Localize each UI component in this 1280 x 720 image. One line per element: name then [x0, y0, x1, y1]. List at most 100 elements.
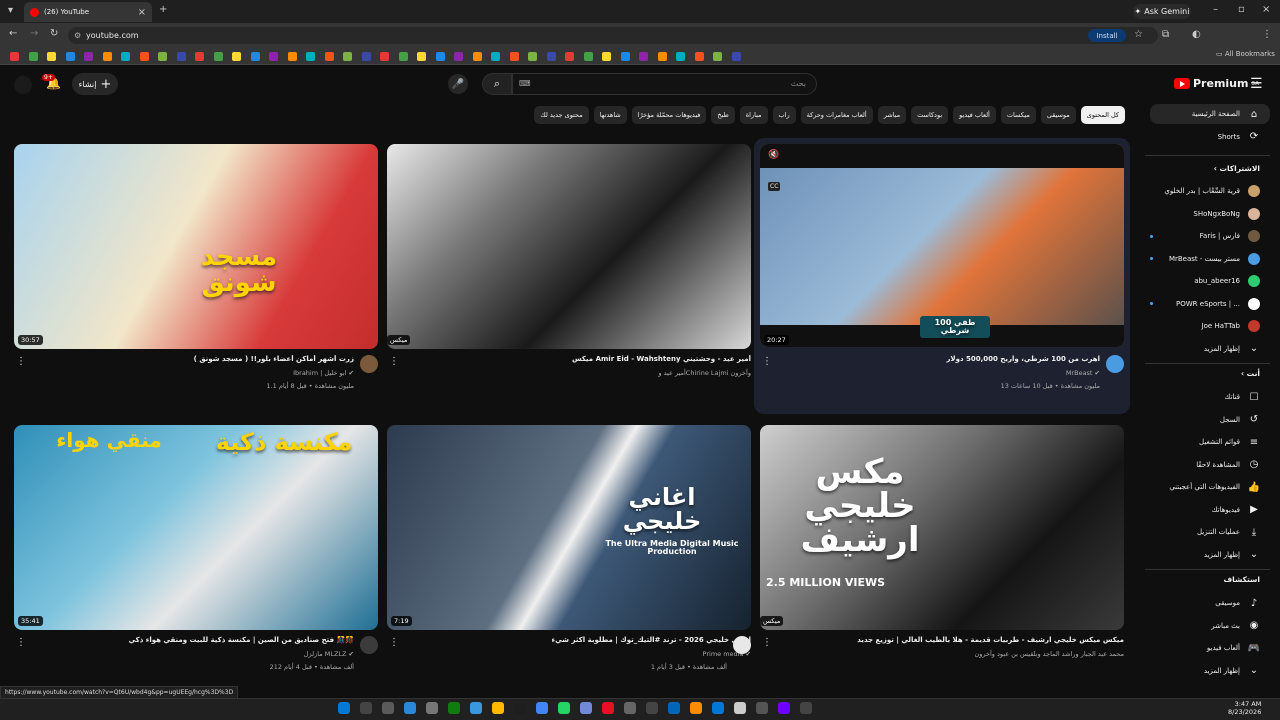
sidebar-item[interactable]: بث مباشر ◉	[1150, 616, 1270, 636]
taskbar-app-icon[interactable]	[448, 702, 460, 714]
bookmark-icon[interactable]	[65, 52, 75, 61]
bookmark-icon[interactable]	[417, 52, 426, 61]
bookmark-icon[interactable]	[620, 52, 630, 61]
maximize-icon[interactable]: ▫	[1238, 4, 1245, 15]
account-avatar[interactable]	[14, 76, 32, 94]
channel-name[interactable]: أمير عيد و‎Chirine Lajmi وآخرون	[658, 369, 751, 377]
keyboard-icon[interactable]: ⌨	[519, 74, 531, 94]
bookmark-icon[interactable]	[546, 52, 556, 61]
bookmark-icon[interactable]	[195, 52, 204, 61]
filter-chip[interactable]: موسيقى	[1040, 106, 1076, 124]
more-actions-icon[interactable]: ⋮	[762, 356, 772, 367]
filter-chip[interactable]: راب	[772, 106, 796, 124]
taskbar-app-icon[interactable]	[514, 702, 526, 714]
bookmark-icon[interactable]	[380, 52, 389, 61]
taskbar-app-icon[interactable]	[580, 702, 592, 714]
sidebar-item[interactable]: المشاهدة لاحقًا ◷	[1150, 455, 1270, 475]
taskbar-app-icon[interactable]	[734, 702, 746, 714]
video-card[interactable]: اغاني خليجي The Ultra Media Digital Music…	[387, 425, 751, 695]
taskbar-app-icon[interactable]	[602, 702, 614, 714]
video-card[interactable]: مسجد شونق 30:57 ( زرت أشهر أماكن أعضاء بلو…	[14, 144, 378, 414]
forward-icon[interactable]: →	[30, 28, 38, 39]
bookmark-icon[interactable]	[639, 52, 648, 61]
voice-search-icon[interactable]: 🎤	[448, 74, 468, 94]
sidebar-item[interactable]: Joe HaTTab	[1150, 316, 1270, 336]
taskbar-app-icon[interactable]	[426, 702, 438, 714]
minimize-icon[interactable]: –	[1213, 4, 1218, 15]
channel-avatar[interactable]	[733, 636, 751, 654]
sidebar-item[interactable]: SHoNgxBoNg	[1150, 204, 1270, 224]
taskbar-app-icon[interactable]	[690, 702, 702, 714]
sidebar-item[interactable]: ألعاب فيديو 🎮	[1150, 638, 1270, 658]
new-tab-button[interactable]: +	[159, 4, 167, 15]
video-title[interactable]: اهرب من 100 شرطي، واربح 500,000 دولار	[946, 355, 1100, 363]
video-thumbnail[interactable]: مكنسة ذكية منقي هواء 35:41	[14, 425, 378, 630]
more-actions-icon[interactable]: ⋮	[16, 356, 26, 367]
bookmark-icon[interactable]	[491, 52, 500, 61]
filter-chip[interactable]: بودكاست	[911, 106, 949, 124]
bookmark-icon[interactable]	[657, 52, 667, 61]
video-thumbnail[interactable]: اغاني خليجي The Ultra Media Digital Music…	[387, 425, 751, 630]
taskbar-app-icon[interactable]	[382, 702, 394, 714]
sidebar-item[interactable]: POWR eSports | ...	[1150, 294, 1270, 314]
tab-search-icon[interactable]: ▾	[8, 5, 13, 16]
taskbar-app-icon[interactable]	[646, 702, 658, 714]
search-button[interactable]: ⌕	[482, 73, 512, 95]
bookmark-icon[interactable]	[343, 52, 352, 61]
sidebar-item[interactable]: إظهار المزيد ⌄	[1150, 545, 1270, 565]
bookmark-icon[interactable]	[509, 52, 519, 61]
taskbar-app-icon[interactable]	[558, 702, 570, 714]
bookmark-icon[interactable]	[324, 52, 334, 61]
sidebar-item[interactable]: الصفحة الرئيسية ⌂	[1150, 104, 1270, 124]
video-title[interactable]: ( زرت أشهر أماكن أعضاء بلور!! ( مسجد شون…	[194, 355, 354, 363]
omnibox[interactable]: ⚙ youtube.com	[68, 27, 1158, 44]
video-title[interactable]: فتح صناديق من الصين | مكنسة ذكية للبيت و…	[129, 636, 354, 644]
bookmark-icon[interactable]	[287, 52, 297, 61]
bookmark-icon[interactable]	[583, 52, 593, 61]
site-info-icon[interactable]: ⚙	[74, 31, 81, 40]
bookmark-icon[interactable]	[472, 52, 482, 61]
filter-chip[interactable]: ألعاب مغامرات وحركة	[800, 106, 873, 124]
video-card[interactable]: 🔇 CC طفي 100 شرطي 20:27 اهرب من 100 شرطي، وا…	[754, 138, 1130, 414]
bookmark-icon[interactable]	[694, 52, 704, 61]
close-tab-icon[interactable]: ×	[138, 7, 146, 18]
hamburger-menu-icon[interactable]: ☰	[1250, 76, 1263, 92]
bookmark-icon[interactable]	[676, 52, 685, 61]
taskbar-app-icon[interactable]	[712, 702, 724, 714]
more-actions-icon[interactable]: ⋮	[16, 637, 26, 648]
search-input[interactable]: ⌨ بحث	[512, 73, 817, 95]
bookmark-icon[interactable]	[232, 52, 241, 61]
video-card[interactable]: ميكس ميكس Amir Eid - Wahshteny أمير عيد -…	[387, 144, 751, 414]
chrome-menu-icon[interactable]: ⋮	[1262, 29, 1272, 40]
reload-icon[interactable]: ↻	[50, 28, 58, 39]
video-thumbnail[interactable]: 🔇 CC طفي 100 شرطي 20:27	[760, 144, 1124, 347]
video-thumbnail[interactable]: مكس خليجي ارشيف 2.5 MILLION VIEWS ميكس	[760, 425, 1124, 630]
taskbar-app-icon[interactable]	[778, 702, 790, 714]
bookmark-icon[interactable]	[121, 52, 130, 61]
channel-avatar[interactable]	[360, 355, 378, 373]
bookmark-icon[interactable]	[306, 52, 315, 61]
more-actions-icon[interactable]: ⋮	[762, 637, 772, 648]
back-icon[interactable]: ←	[9, 28, 17, 39]
bookmark-icon[interactable]	[713, 52, 722, 61]
sidebar-item[interactable]: السجل ↺	[1150, 410, 1270, 430]
sidebar-item[interactable]: قرية السِّعْاب | بدر الخلوي	[1150, 181, 1270, 201]
sidebar-item[interactable]: موسيقى ♪	[1150, 593, 1270, 613]
bookmark-icon[interactable]	[47, 52, 56, 61]
bookmark-star-icon[interactable]: ☆	[1134, 29, 1143, 40]
bookmark-icon[interactable]	[361, 52, 371, 61]
video-thumbnail[interactable]: ميكس	[387, 144, 751, 349]
sidebar-item[interactable]: الفيديوهات التي أعجبتني 👍	[1150, 477, 1270, 497]
filter-chip[interactable]: مباشر	[877, 106, 907, 124]
video-title[interactable]: اغاني خليجي 2026 - ترند #التيك_توك | مطل…	[552, 636, 752, 644]
sidebar-item[interactable]: قناتك ☐	[1150, 387, 1270, 407]
bookmark-icon[interactable]	[139, 52, 149, 61]
clock[interactable]: 3:47 AM 8/23/2026	[1228, 700, 1261, 716]
video-thumbnail[interactable]: مسجد شونق 30:57	[14, 144, 378, 349]
bookmark-icon[interactable]	[602, 52, 611, 61]
bookmark-icon[interactable]	[454, 52, 463, 61]
sidebar-item[interactable]: فيديوهاتك ▶	[1150, 500, 1270, 520]
notifications-bell-icon[interactable]: 🔔 9+	[42, 74, 61, 90]
bookmark-icon[interactable]	[565, 52, 574, 61]
more-actions-icon[interactable]: ⋮	[389, 637, 399, 648]
